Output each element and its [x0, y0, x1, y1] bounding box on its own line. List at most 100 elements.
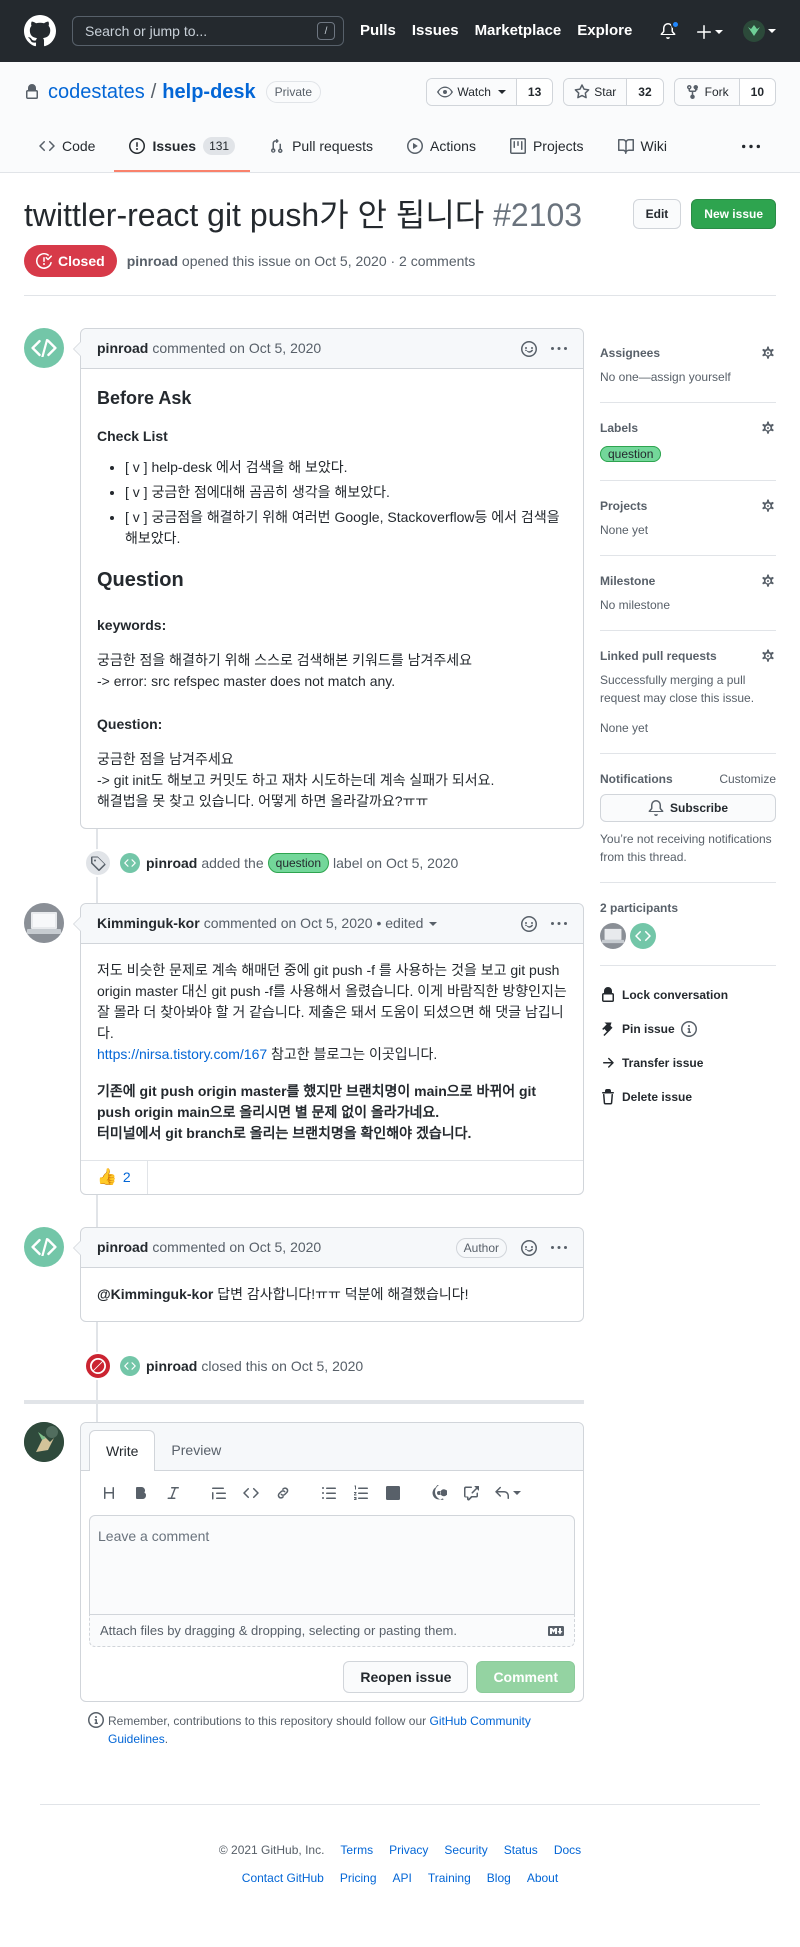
- tab-wiki[interactable]: Wiki: [603, 122, 682, 172]
- comment-button[interactable]: Comment: [476, 1661, 575, 1693]
- tab-actions[interactable]: Actions: [392, 122, 491, 172]
- reopen-issue-button[interactable]: Reopen issue: [343, 1661, 469, 1693]
- tab-projects[interactable]: Projects: [495, 122, 599, 172]
- transfer-issue-button[interactable]: Transfer issue: [600, 1046, 776, 1080]
- avatar[interactable]: [120, 1356, 140, 1376]
- fork-count[interactable]: 10: [739, 79, 775, 105]
- tab-pull-requests[interactable]: Pull requests: [254, 122, 388, 172]
- kebab-horizontal-icon[interactable]: [551, 1240, 567, 1256]
- quote-icon[interactable]: [203, 1485, 235, 1501]
- star-button[interactable]: Star 32: [563, 78, 664, 106]
- avatar[interactable]: [24, 1227, 64, 1267]
- footer-link-about[interactable]: About: [527, 1869, 558, 1887]
- kebab-horizontal-icon[interactable]: [551, 916, 567, 932]
- info-icon[interactable]: [680, 1021, 697, 1037]
- nav-issues[interactable]: Issues: [412, 20, 459, 43]
- user-avatar-menu[interactable]: [743, 20, 776, 43]
- italic-icon[interactable]: [157, 1485, 189, 1501]
- file-attach-area[interactable]: Attach files by dragging & dropping, sel…: [89, 1615, 575, 1647]
- comment-author[interactable]: Kimminguk-kor: [97, 913, 200, 934]
- smiley-icon[interactable]: [521, 915, 537, 932]
- reaction-thumbs-up[interactable]: 👍 2: [81, 1161, 148, 1194]
- watch-count[interactable]: 13: [516, 79, 553, 105]
- gear-icon[interactable]: [760, 420, 776, 436]
- tasklist-icon[interactable]: [377, 1485, 409, 1501]
- nav-pulls[interactable]: Pulls: [360, 20, 396, 43]
- gear-icon[interactable]: [760, 345, 776, 361]
- participant-avatar[interactable]: [630, 923, 656, 949]
- comment-meta[interactable]: commented on Oct 5, 2020: [204, 913, 373, 934]
- tab-write[interactable]: Write: [89, 1430, 156, 1471]
- pin-issue-button[interactable]: Pin issue: [600, 1012, 776, 1046]
- gear-icon[interactable]: [760, 648, 776, 664]
- gear-icon[interactable]: [760, 573, 776, 589]
- comment-author[interactable]: pinroad: [97, 1237, 148, 1258]
- status-badge: Closed: [24, 245, 117, 277]
- cross-reference-icon[interactable]: [455, 1485, 487, 1501]
- event-actor[interactable]: pinroad: [146, 1356, 197, 1377]
- footer-link-privacy[interactable]: Privacy: [389, 1841, 428, 1859]
- avatar[interactable]: [24, 328, 64, 368]
- smiley-icon[interactable]: [521, 340, 537, 357]
- subscribe-button[interactable]: Subscribe: [600, 794, 776, 822]
- edit-button[interactable]: Edit: [632, 199, 682, 229]
- delete-issue-button[interactable]: Delete issue: [600, 1080, 776, 1114]
- watch-button[interactable]: Watch 13: [426, 78, 554, 106]
- list-ordered-icon[interactable]: [345, 1485, 377, 1501]
- avatar[interactable]: [24, 903, 64, 943]
- gear-icon[interactable]: [760, 498, 776, 514]
- smiley-icon[interactable]: [521, 1239, 537, 1256]
- comment-author[interactable]: pinroad: [97, 338, 148, 359]
- more-icon[interactable]: [742, 138, 776, 156]
- issue-author-link[interactable]: pinroad: [127, 251, 178, 272]
- tab-code[interactable]: Code: [24, 122, 110, 172]
- comment-meta[interactable]: commented on Oct 5, 2020: [152, 1237, 321, 1258]
- create-new-icon[interactable]: [696, 20, 723, 41]
- footer-link-terms[interactable]: Terms: [340, 1841, 373, 1859]
- repo-name-link[interactable]: help-desk: [162, 77, 255, 107]
- nav-explore[interactable]: Explore: [577, 20, 632, 43]
- list-unordered-icon[interactable]: [313, 1485, 345, 1501]
- avatar[interactable]: [24, 1422, 64, 1462]
- user-mention[interactable]: @Kimminguk-kor: [97, 1286, 213, 1302]
- footer-link-pricing[interactable]: Pricing: [340, 1869, 377, 1887]
- comment-textarea[interactable]: Leave a comment: [89, 1515, 575, 1615]
- blog-link[interactable]: https://nirsa.tistory.com/167: [97, 1046, 267, 1062]
- footer-link-status[interactable]: Status: [504, 1841, 538, 1859]
- footer-link-training[interactable]: Training: [428, 1869, 471, 1887]
- event-actor[interactable]: pinroad: [146, 853, 197, 874]
- github-logo-icon[interactable]: [24, 15, 56, 47]
- footer-link-api[interactable]: API: [393, 1869, 412, 1887]
- footer-link-contact[interactable]: Contact GitHub: [242, 1869, 324, 1887]
- nav-marketplace[interactable]: Marketplace: [475, 20, 562, 43]
- comment-meta[interactable]: commented on Oct 5, 2020: [152, 338, 321, 359]
- reply-icon[interactable]: [487, 1485, 527, 1501]
- search-input[interactable]: Search or jump to... /: [72, 16, 344, 46]
- tab-issues[interactable]: Issues 131: [114, 122, 251, 172]
- code-icon[interactable]: [235, 1485, 267, 1501]
- bell-icon[interactable]: [660, 19, 680, 39]
- markdown-icon[interactable]: [548, 1623, 564, 1639]
- new-issue-button[interactable]: New issue: [691, 199, 776, 229]
- footer-link-docs[interactable]: Docs: [554, 1841, 581, 1859]
- footer-link-security[interactable]: Security: [444, 1841, 487, 1859]
- mention-icon[interactable]: [423, 1485, 455, 1501]
- customize-link[interactable]: Customize: [719, 770, 776, 788]
- label-question[interactable]: question: [600, 446, 662, 462]
- bold-icon[interactable]: [125, 1485, 157, 1501]
- label-question[interactable]: question: [267, 853, 330, 873]
- repo-owner-link[interactable]: codestates: [48, 77, 145, 107]
- assignees-value[interactable]: No one—assign yourself: [600, 368, 776, 386]
- edited-dropdown[interactable]: • edited: [376, 913, 438, 934]
- lock-conversation-button[interactable]: Lock conversation: [600, 978, 776, 1012]
- participant-avatar[interactable]: [600, 923, 626, 949]
- fork-button[interactable]: Fork 10: [673, 78, 776, 106]
- heading-icon[interactable]: [93, 1485, 125, 1501]
- link-icon[interactable]: [267, 1485, 299, 1501]
- avatar[interactable]: [120, 853, 140, 873]
- tab-preview[interactable]: Preview: [155, 1430, 237, 1470]
- tab-code-label: Code: [62, 137, 96, 154]
- footer-link-blog[interactable]: Blog: [487, 1869, 511, 1887]
- kebab-horizontal-icon[interactable]: [551, 341, 567, 357]
- star-count[interactable]: 32: [627, 79, 663, 105]
